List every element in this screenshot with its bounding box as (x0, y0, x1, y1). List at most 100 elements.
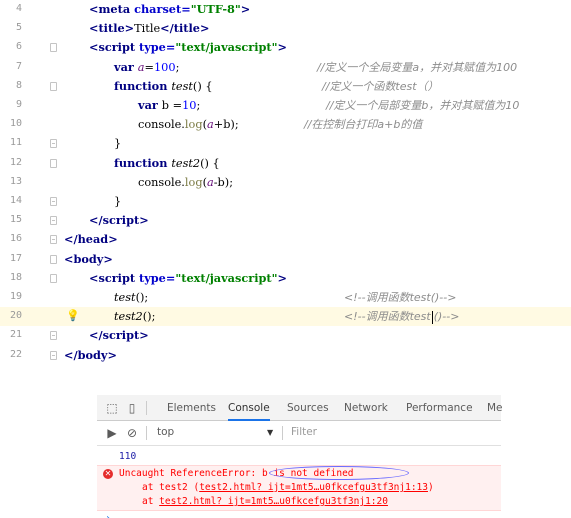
code-line-current: 20 💡 test2(); <!--调用函数test ()--> (0, 307, 571, 327)
code-editor[interactable]: 4 <meta charset="UTF-8"> 5 <title>Title<… (0, 0, 571, 368)
console-prompt[interactable]: › (97, 513, 501, 518)
stack-frame-text: at test2 ( (142, 482, 200, 493)
clear-console-icon[interactable]: ⊘ (125, 426, 139, 440)
code-text: var b =10; (138, 98, 201, 112)
code-line: 15 </script> (0, 211, 571, 230)
line-number: 15 (9, 214, 22, 226)
filter-input[interactable]: Filter (291, 426, 317, 438)
line-number: 9 (15, 99, 22, 110)
error-headline: Uncaught ReferenceError: b is not define… (119, 466, 409, 481)
line-number: 13 (9, 175, 22, 187)
devtools-panel: ⬚ ▯ Elements Console Sources Network Per… (97, 395, 503, 518)
code-comment: <!--调用函数test()--> (344, 291, 457, 304)
code-line: 11 } (0, 134, 571, 153)
code-text: <title>Title</title> (89, 21, 210, 36)
tab-elements[interactable]: Elements (167, 395, 216, 421)
code-comment: <!--调用函数test()--> (344, 308, 459, 325)
error-icon: ✕ (103, 469, 113, 479)
tab-sources[interactable]: Sources (287, 395, 329, 421)
stack-frame: at test2 (test2.html? ijt=1mt5…u0fkcefgu… (142, 481, 434, 495)
code-line: 17 <body> (0, 250, 571, 269)
fold-end-marker-icon[interactable] (50, 235, 57, 245)
fold-marker-icon[interactable] (50, 158, 57, 168)
line-number: 10 (9, 118, 22, 130)
toolbar-divider (146, 426, 147, 440)
line-number: 5 (15, 22, 22, 34)
code-text: function test() { (114, 78, 213, 93)
code-text: function test2() { (114, 155, 220, 170)
line-number: 6 (15, 41, 22, 53)
code-comment: //在控制台打印a+b的值 (304, 118, 423, 132)
stack-frame: at test2.html? ijt=1mt5…u0fkcefgu3tf3nj1… (142, 495, 388, 509)
devtools-tabbar: ⬚ ▯ Elements Console Sources Network Per… (97, 395, 503, 421)
tab-console[interactable]: Console (228, 395, 270, 421)
code-line: 5 <title>Title</title> (0, 19, 571, 38)
fold-end-marker-icon[interactable] (50, 197, 57, 206)
fold-end-marker-icon[interactable] (50, 216, 57, 226)
tab-performance[interactable]: Performance (406, 395, 473, 421)
fold-marker-icon[interactable] (50, 43, 57, 53)
fold-end-marker-icon[interactable] (50, 331, 57, 341)
device-toolbar-icon[interactable]: ▯ (125, 401, 139, 415)
console-toolbar: ▶ ⊘ top ▼ Filter (97, 421, 501, 446)
code-text: test2(); (114, 310, 156, 324)
fold-marker-icon[interactable] (50, 273, 57, 283)
text-caret (431, 310, 433, 324)
code-line: 6 <script type="text/javascript"> (0, 38, 571, 57)
code-comment: //定义一个局部变量b，并对其赋值为10 (326, 99, 520, 112)
context-selector[interactable]: top (157, 426, 174, 438)
code-line: 12 function test2() { (0, 154, 571, 173)
code-text: console.log(a-b); (138, 175, 233, 189)
code-text: </script> (89, 328, 149, 343)
sidebar-toggle-icon[interactable]: ▶ (105, 426, 119, 440)
line-number: 4 (15, 3, 22, 14)
code-line: 21 </script> (0, 326, 571, 345)
fold-marker-icon[interactable] (50, 254, 57, 264)
code-text: } (114, 137, 122, 151)
code-line: 16 </head> (0, 230, 571, 249)
code-line: 10 console.log(a+b); //在控制台打印a+b的值 (0, 115, 571, 134)
chevron-down-icon[interactable]: ▼ (267, 428, 273, 437)
code-text: </script> (89, 213, 149, 228)
error-prefix: Uncaught ReferenceError: (119, 468, 262, 479)
code-text: console.log(a+b); (138, 118, 239, 132)
code-text: </body> (64, 347, 117, 362)
line-number: 11 (9, 137, 22, 149)
code-line: 14 } (0, 192, 571, 211)
source-link[interactable]: test2.html? ijt=1mt5…u0fkcefgu3tf3nj1:20 (159, 496, 388, 507)
tab-network[interactable]: Network (344, 395, 388, 421)
line-number: 17 (9, 252, 22, 264)
code-line: 8 function test() { //定义一个函数test（） (0, 77, 571, 96)
line-number: 18 (9, 271, 22, 283)
code-comment: //定义一个函数test（） (322, 79, 439, 93)
highlight-oval (269, 466, 409, 480)
line-number: 20 (9, 310, 22, 322)
code-text: var a=100; (114, 59, 180, 74)
code-text: } (114, 195, 122, 208)
code-line: 4 <meta charset="UTF-8"> (0, 0, 571, 19)
inspect-element-icon[interactable]: ⬚ (105, 401, 119, 415)
line-number: 22 (9, 348, 22, 360)
code-text: <script type="text/javascript"> (89, 270, 287, 285)
stack-frame-close: ) (427, 482, 434, 493)
toolbar-divider (146, 401, 147, 415)
fold-marker-icon[interactable] (50, 81, 57, 91)
code-comment: //定义一个全局变量a，并对其赋值为100 (317, 60, 518, 74)
source-link[interactable]: test2.html? ijt=1mt5…u0fkcefgu3tf3nj1:13 (199, 482, 428, 493)
fold-end-marker-icon[interactable] (50, 139, 57, 149)
code-text: <body> (64, 251, 113, 266)
code-text: </head> (64, 232, 118, 247)
code-line: 7 var a=100; //定义一个全局变量a，并对其赋值为100 (0, 58, 571, 77)
stack-frame-text: at (142, 496, 160, 507)
code-line: 9 var b =10; //定义一个局部变量b，并对其赋值为10 (0, 96, 571, 115)
lightbulb-icon[interactable]: 💡 (66, 309, 80, 322)
toolbar-divider (282, 426, 283, 440)
fold-end-marker-icon[interactable] (50, 350, 57, 360)
tab-memory[interactable]: Me (487, 395, 503, 421)
line-number: 7 (15, 60, 22, 72)
code-text: <meta charset="UTF-8"> (89, 2, 251, 16)
line-number: 14 (9, 195, 22, 206)
line-number: 19 (9, 291, 22, 302)
code-line: 13 console.log(a-b); (0, 173, 571, 192)
code-text: <script type="text/javascript"> (89, 40, 287, 55)
